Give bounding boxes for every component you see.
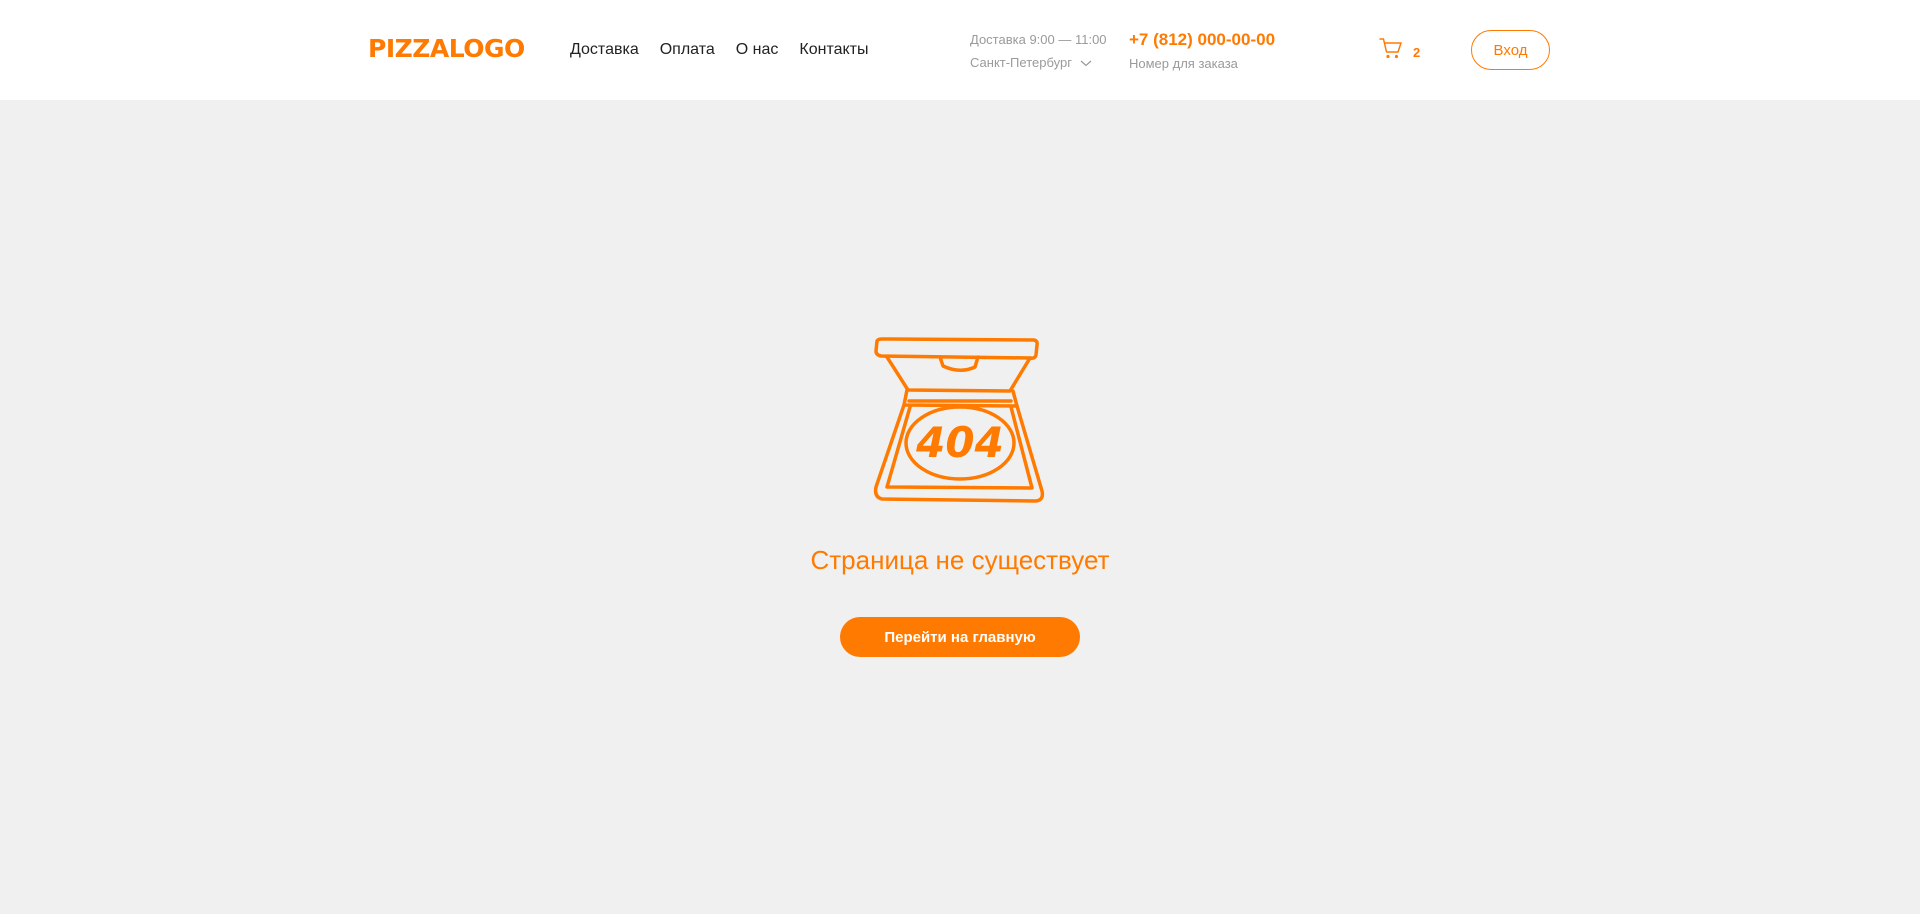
site-header: PIZZALOGO Доставка Оплата О нас Контакты… (0, 0, 1920, 100)
login-button[interactable]: Вход (1471, 30, 1550, 70)
go-home-button[interactable]: Перейти на главную (840, 617, 1080, 657)
error-code: 404 (915, 418, 1004, 467)
chevron-down-icon (1080, 55, 1092, 71)
main-nav: Доставка Оплата О нас Контакты (570, 40, 869, 60)
delivery-info: Доставка 9:00 — 11:00 Санкт-Петербург (970, 32, 1107, 71)
cart-button[interactable]: 2 (1379, 36, 1420, 65)
city-label: Санкт-Петербург (970, 55, 1072, 70)
pizza-box-illustration: 404 (870, 335, 1050, 505)
phone-block: +7 (812) 000-00-00 Номер для заказа (1129, 29, 1275, 72)
nav-item-contacts[interactable]: Контакты (799, 40, 868, 60)
delivery-hours: Доставка 9:00 — 11:00 (970, 32, 1107, 47)
nav-item-about[interactable]: О нас (736, 40, 779, 60)
nav-item-payment[interactable]: Оплата (660, 40, 715, 60)
error-message: Страница не существует (810, 545, 1110, 575)
phone-caption: Номер для заказа (1129, 56, 1238, 71)
cart-icon (1379, 36, 1403, 65)
nav-item-delivery[interactable]: Доставка (570, 40, 639, 60)
city-selector[interactable]: Санкт-Петербург (970, 55, 1107, 71)
phone-number[interactable]: +7 (812) 000-00-00 (1129, 29, 1275, 50)
logo[interactable]: PIZZALOGO (368, 34, 525, 64)
cart-count: 2 (1413, 45, 1421, 60)
